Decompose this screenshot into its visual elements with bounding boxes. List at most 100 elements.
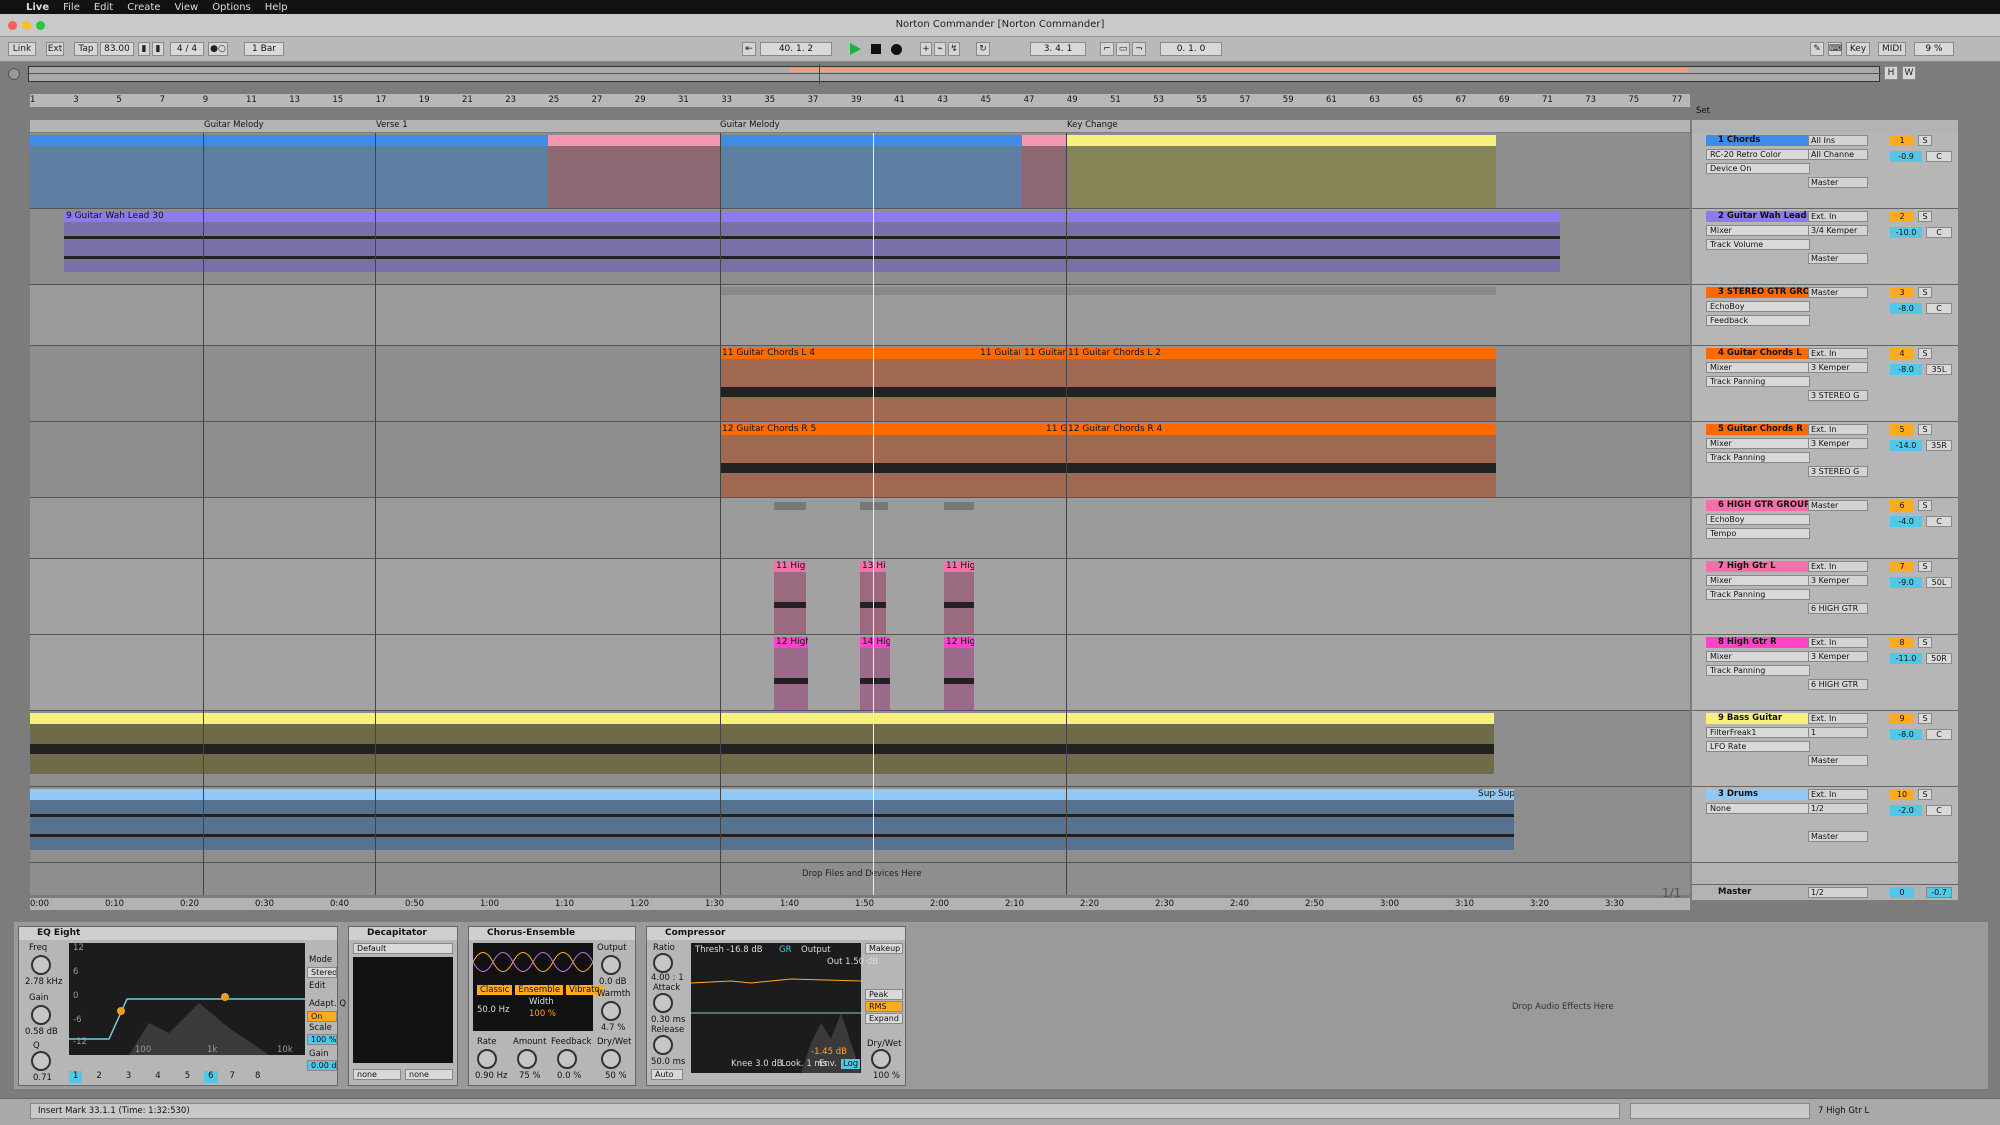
solo-button[interactable]: S: [1918, 637, 1932, 648]
clip-gc-l-3[interactable]: 11 Guitar: [1022, 348, 1066, 359]
track-header[interactable]: 9 Bass Guitar FilterFreak1 LFO Rate Ext. In…: [1692, 711, 1958, 787]
output-select[interactable]: 3 STEREO G: [1808, 390, 1868, 401]
lane-guitar-chords-r[interactable]: 12 Guitar Chords R 5 11 G 12 Guitar Chor…: [30, 422, 1690, 498]
clip-chords-5[interactable]: [1066, 135, 1496, 146]
capture-icon[interactable]: ↯: [948, 42, 960, 56]
solo-button[interactable]: S: [1918, 424, 1932, 435]
track-pan[interactable]: C: [1926, 516, 1952, 527]
auto-release-button[interactable]: Auto: [651, 1069, 683, 1080]
clip-drums-b[interactable]: Sup: [1496, 789, 1514, 800]
loop-icon[interactable]: ↻: [976, 42, 990, 56]
clip-body[interactable]: [720, 435, 1496, 497]
automation-param-select[interactable]: LFO Rate: [1706, 741, 1810, 752]
eq-eight-device[interactable]: EQ Eight Freq 2.78 kHz Gain 0.58 dB Q 0.…: [18, 926, 346, 1086]
automation-device-select[interactable]: RC-20 Retro Color: [1706, 149, 1810, 160]
automation-device-select[interactable]: None: [1706, 803, 1810, 814]
input-type-select[interactable]: Ext. In: [1808, 789, 1868, 800]
input-channel-select[interactable]: 3/4 Kemper: [1808, 225, 1868, 236]
clip-hg-l-3[interactable]: 11 Hig: [944, 561, 974, 572]
nudge-down-icon[interactable]: ▮: [138, 42, 150, 56]
input-channel-select[interactable]: 3 Kemper: [1808, 362, 1868, 373]
master-track[interactable]: Master 1/2 0 -0.7: [1692, 884, 1958, 900]
solo-button[interactable]: S: [1918, 561, 1932, 572]
clip-hg-r-2[interactable]: 14 High: [860, 637, 890, 648]
menu-options[interactable]: Options: [212, 2, 251, 13]
clip-gc-r-mid[interactable]: [872, 424, 1044, 435]
expand-button[interactable]: Expand: [865, 1013, 903, 1024]
clip-body[interactable]: [720, 359, 1496, 421]
clip-drums[interactable]: [30, 789, 1476, 800]
band-3[interactable]: 3: [116, 1071, 141, 1083]
track-pan[interactable]: C: [1926, 729, 1952, 740]
warmth-knob[interactable]: [601, 1001, 621, 1021]
h-button[interactable]: H: [1884, 66, 1898, 80]
keyboard-icon[interactable]: ⌨: [1828, 42, 1842, 56]
clip-drums-a[interactable]: Supe: [1476, 789, 1496, 800]
input-channel-select[interactable]: 1/2: [1808, 803, 1868, 814]
input-channel-select[interactable]: 3 Kemper: [1808, 575, 1868, 586]
master-channel[interactable]: 1/2: [1808, 887, 1868, 898]
tempo-field[interactable]: 83.00: [100, 42, 134, 56]
solo-button[interactable]: S: [1918, 135, 1932, 146]
clip-body[interactable]: [1022, 146, 1066, 208]
rate-knob[interactable]: [477, 1049, 497, 1069]
input-channel-select[interactable]: All Channe: [1808, 149, 1868, 160]
clip-body[interactable]: [548, 146, 720, 208]
play-button[interactable]: [850, 43, 861, 55]
track-pan[interactable]: 50L: [1926, 577, 1952, 588]
track-header[interactable]: 3 STEREO GTR GROU EchoBoy Feedback Master 3 S…: [1692, 285, 1958, 346]
clip-body[interactable]: [30, 800, 1514, 850]
automation-arm-icon[interactable]: ⌁: [934, 42, 946, 56]
nudge-up-icon[interactable]: ▮: [152, 42, 164, 56]
lane-stereo-gtr-group[interactable]: [30, 285, 1690, 346]
track-volume[interactable]: -8.0: [1890, 364, 1922, 375]
band-8[interactable]: 8: [247, 1071, 268, 1083]
eq-display[interactable]: [69, 943, 305, 1055]
automation-device-select[interactable]: FilterFreak1: [1706, 727, 1810, 738]
track-pan[interactable]: C: [1926, 151, 1952, 162]
master-volume[interactable]: -0.7: [1926, 887, 1952, 898]
clip-gc-l-mid[interactable]: [872, 348, 978, 359]
track-name[interactable]: 6 HIGH GTR GROUP: [1706, 500, 1810, 511]
lane-drums[interactable]: Supe Sup: [30, 787, 1690, 863]
scale-field[interactable]: 100 %: [307, 1034, 337, 1045]
solo-button[interactable]: S: [1918, 713, 1932, 724]
chorus-ensemble-device[interactable]: Chorus-Ensemble Classic Ensemble Vibrato…: [468, 926, 636, 1086]
band-1[interactable]: 1: [69, 1071, 83, 1083]
decapitator-device[interactable]: Decapitator Default none none: [348, 926, 458, 1086]
track-volume[interactable]: -11.0: [1890, 653, 1922, 664]
decap-plugin-window[interactable]: [353, 957, 453, 1063]
input-type-select[interactable]: Master: [1808, 287, 1868, 298]
automation-param-select[interactable]: Track Volume: [1706, 239, 1810, 250]
band-4[interactable]: 4: [145, 1071, 170, 1083]
track-header[interactable]: 8 High Gtr R Mixer Track Panning Ext. In 3 K…: [1692, 635, 1958, 711]
loop-start-field[interactable]: 3. 4. 1: [1030, 42, 1086, 56]
band-5[interactable]: 5: [175, 1071, 200, 1083]
track-pan[interactable]: 50R: [1926, 653, 1952, 664]
clip-chords-3[interactable]: [720, 135, 1022, 146]
decap-select-1[interactable]: none: [353, 1069, 401, 1080]
track-volume[interactable]: -2.0: [1890, 805, 1922, 816]
clip-gc-l-1[interactable]: 11 Guitar Chords L 4: [720, 348, 872, 359]
track-name[interactable]: 2 Guitar Wah Lead: [1706, 211, 1810, 222]
attack-knob[interactable]: [653, 993, 673, 1013]
locator-verse-1[interactable]: Verse 1: [376, 120, 408, 130]
lane-chords[interactable]: [30, 133, 1690, 209]
locator-lane[interactable]: Guitar Melody Verse 1 Guitar Melody Key …: [30, 120, 1690, 132]
clip-body[interactable]: [860, 648, 890, 710]
w-button[interactable]: W: [1902, 66, 1916, 80]
locator-key-change[interactable]: Key Change: [1067, 120, 1118, 130]
automation-device-select[interactable]: EchoBoy: [1706, 301, 1810, 312]
locator-guitar-melody-1[interactable]: Guitar Melody: [204, 120, 264, 130]
track-volume[interactable]: -10.0: [1890, 227, 1922, 238]
out-gain-field[interactable]: 0.00 dB: [307, 1060, 337, 1071]
track-name[interactable]: 5 Guitar Chords R: [1706, 424, 1810, 435]
input-type-select[interactable]: Ext. In: [1808, 211, 1868, 222]
track-pan[interactable]: 35R: [1926, 440, 1952, 451]
mode-select[interactable]: Stereo: [307, 967, 337, 978]
track-volume[interactable]: -8.0: [1890, 729, 1922, 740]
track-name[interactable]: 4 Guitar Chords L: [1706, 348, 1810, 359]
lane-high-gtr-group[interactable]: [30, 498, 1690, 559]
automation-param-select[interactable]: Track Panning: [1706, 452, 1810, 463]
track-header[interactable]: 1 Chords RC-20 Retro Color Device On All In…: [1692, 133, 1958, 209]
